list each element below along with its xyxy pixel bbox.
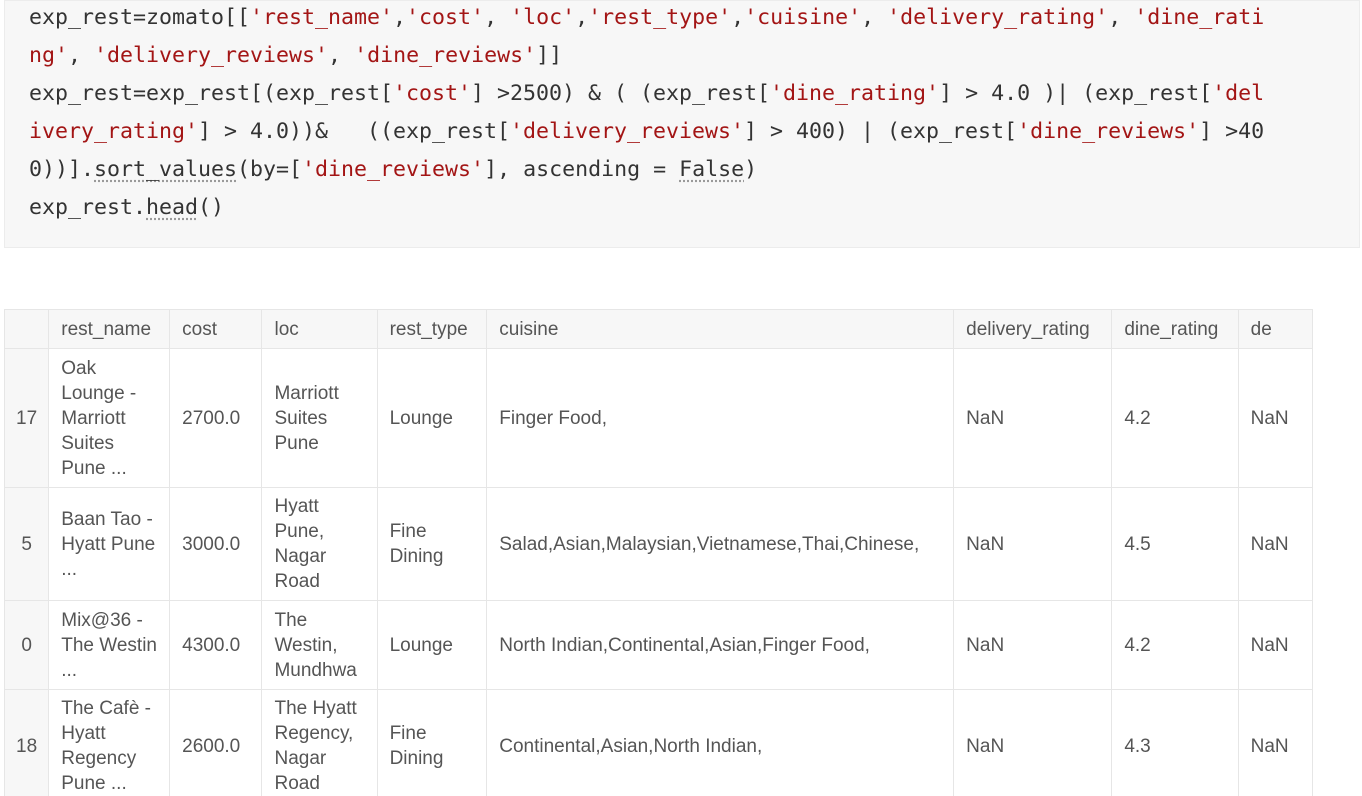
cell-delivery-rating: NaN	[953, 487, 1113, 601]
column-header-dine-rating[interactable]: dine_rating	[1111, 309, 1239, 349]
cell-cost: 4300.0	[169, 600, 263, 690]
cell-delivery-rating: NaN	[953, 600, 1113, 690]
cell-delivery-reviews: NaN	[1237, 600, 1313, 690]
cell-cost: 3000.0	[169, 487, 263, 601]
cell-delivery-rating: NaN	[953, 348, 1113, 488]
cell-loc: The Hyatt Regency, Nagar Road	[261, 689, 378, 796]
column-header-index	[4, 309, 50, 349]
row-index: 0	[4, 600, 50, 690]
cell-rest-type: Fine Dining	[376, 487, 488, 601]
cell-loc: Hyatt Pune, Nagar Road	[261, 487, 378, 601]
table-row: 5 Baan Tao - Hyatt Pune ... 3000.0 Hyatt…	[4, 487, 1313, 601]
column-header-rest-type[interactable]: rest_type	[376, 309, 488, 349]
cell-cuisine: Salad,Asian,Malaysian,Vietnamese,Thai,Ch…	[486, 487, 955, 601]
code-line-6: exp_rest.head()	[29, 195, 225, 220]
cell-delivery-rating: NaN	[953, 689, 1113, 796]
cell-dine-rating: 4.2	[1111, 600, 1239, 690]
cell-delivery-reviews: NaN	[1237, 348, 1313, 488]
column-header-loc[interactable]: loc	[261, 309, 378, 349]
cell-delivery-reviews: NaN	[1237, 487, 1313, 601]
cell-rest-type: Lounge	[376, 600, 488, 690]
row-index: 5	[4, 487, 50, 601]
cell-cost: 2700.0	[169, 348, 263, 488]
code-line-5: 0))].sort_values(by=['dine_reviews'], as…	[29, 157, 758, 182]
table-row: 0 Mix@36 - The Westin ... 4300.0 The Wes…	[4, 600, 1313, 690]
code-line-4: ivery_rating'] > 4.0))& ((exp_rest['deli…	[29, 119, 1265, 144]
cell-delivery-reviews: NaN	[1237, 689, 1313, 796]
code-line-2: ng', 'delivery_reviews', 'dine_reviews']…	[29, 43, 563, 68]
cell-cuisine: North Indian,Continental,Asian,Finger Fo…	[486, 600, 955, 690]
cell-dine-rating: 4.5	[1111, 487, 1239, 601]
cell-cuisine: Finger Food,	[486, 348, 955, 488]
dataframe-table: rest_name cost loc rest_type cuisine del…	[4, 309, 1313, 796]
code-cell[interactable]: exp_rest=zomato[['rest_name','cost', 'lo…	[4, 0, 1360, 248]
cell-cuisine: Continental,Asian,North Indian,	[486, 689, 955, 796]
row-index: 17	[4, 348, 50, 488]
table-row: 18 The Cafè - Hyatt Regency Pune ... 260…	[4, 689, 1313, 796]
cell-dine-rating: 4.3	[1111, 689, 1239, 796]
cell-rest-type: Fine Dining	[376, 689, 488, 796]
cell-rest-type: Lounge	[376, 348, 488, 488]
column-header-cuisine[interactable]: cuisine	[486, 309, 955, 349]
column-header-cost[interactable]: cost	[169, 309, 263, 349]
cell-loc: Marriott Suites Pune	[261, 348, 378, 488]
dataframe-output[interactable]: rest_name cost loc rest_type cuisine del…	[4, 309, 1313, 796]
table-row: 17 Oak Lounge - Marriott Suites Pune ...…	[4, 348, 1313, 488]
code-line-1: exp_rest=zomato[['rest_name','cost', 'lo…	[29, 5, 1265, 30]
header-row: rest_name cost loc rest_type cuisine del…	[4, 309, 1313, 349]
cell-rest-name: The Cafè - Hyatt Regency Pune ...	[48, 689, 171, 796]
cell-rest-name: Baan Tao - Hyatt Pune ...	[48, 487, 171, 601]
code-line-3: exp_rest=exp_rest[(exp_rest['cost'] >250…	[29, 81, 1265, 106]
column-header-delivery-reviews[interactable]: de	[1237, 309, 1313, 349]
cell-rest-name: Mix@36 - The Westin ...	[48, 600, 171, 690]
cell-cost: 2600.0	[169, 689, 263, 796]
cell-loc: The Westin, Mundhwa	[261, 600, 378, 690]
column-header-rest-name[interactable]: rest_name	[48, 309, 171, 349]
cell-dine-rating: 4.2	[1111, 348, 1239, 488]
cell-rest-name: Oak Lounge - Marriott Suites Pune ...	[48, 348, 171, 488]
column-header-delivery-rating[interactable]: delivery_rating	[953, 309, 1113, 349]
row-index: 18	[4, 689, 50, 796]
